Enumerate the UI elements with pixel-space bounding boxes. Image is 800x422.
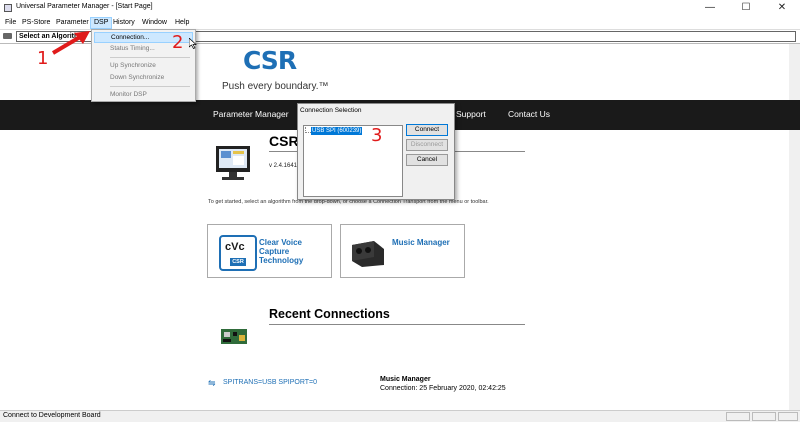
card-clear-voice-title-3: Technology [259, 256, 304, 265]
usb-icon: ⇋ [208, 378, 216, 388]
status-text: Connect to Development Board [3, 412, 101, 419]
recent-divider [269, 324, 525, 325]
close-button[interactable]: ✕ [764, 0, 800, 16]
connect-button[interactable]: Connect [406, 124, 448, 136]
menu-window[interactable]: Window [139, 17, 170, 29]
status-pane [778, 412, 798, 421]
status-pane [752, 412, 776, 421]
cvc-logo-icon: cVc CSR [219, 235, 257, 271]
menu-item-down-synchronize[interactable]: Down Synchronize [94, 72, 193, 83]
annotation-arrow-icon [51, 31, 90, 55]
title-bar: Universal Parameter Manager - [Start Pag… [0, 0, 800, 16]
card-clear-voice[interactable]: cVc CSR Clear Voice Capture Technology [207, 224, 332, 278]
minimize-button[interactable]: — [692, 0, 728, 16]
menu-help[interactable]: Help [172, 17, 192, 29]
mouse-cursor-icon [189, 38, 197, 49]
connection-selection-dialog: Connection Selection USB SPI (600239) Co… [297, 103, 455, 200]
app-icon [4, 4, 12, 12]
recent-connection-date: Connection: 25 February 2020, 02:42:25 [380, 385, 506, 392]
card-music-manager-title: Music Manager [392, 238, 450, 247]
status-bar: Connect to Development Board [0, 410, 800, 422]
tagline: Push every boundary.™ [222, 81, 329, 92]
card-clear-voice-title-1: Clear Voice [259, 238, 302, 247]
menu-file[interactable]: File [2, 17, 19, 29]
card-clear-voice-title-2: Capture [259, 247, 290, 256]
dialog-title: Connection Selection [300, 107, 362, 114]
menu-separator [110, 86, 190, 87]
window-title: Universal Parameter Manager - [Start Pag… [16, 3, 153, 10]
annotation-number-3: 3 [371, 125, 383, 146]
cancel-button[interactable]: Cancel [406, 154, 448, 166]
connection-list-item[interactable]: USB SPI (600239) [311, 127, 363, 135]
speaker-icon [352, 241, 384, 267]
menu-ps-store[interactable]: PS-Store [19, 17, 53, 29]
cvc-logo-text: cVc [225, 241, 245, 253]
menu-bar: File PS-Store Parameter DSP History Wind… [0, 16, 800, 30]
menu-item-monitor-dsp[interactable]: Monitor DSP [94, 89, 193, 100]
annotation-number-1: 1 [37, 48, 49, 69]
intro-text: To get started, select an algorithm from… [208, 199, 489, 205]
csr-logo: CSR [243, 46, 297, 75]
menu-parameter[interactable]: Parameter [53, 17, 92, 29]
disconnect-button[interactable]: Disconnect [406, 139, 448, 151]
computer-icon [216, 146, 250, 180]
nav-parameter-manager[interactable]: Parameter Manager [213, 109, 289, 119]
card-music-manager[interactable]: Music Manager [340, 224, 465, 278]
menu-separator [110, 57, 190, 58]
annotation-number-2: 2 [172, 32, 184, 53]
dev-board-icon [221, 329, 247, 344]
recent-connections-heading: Recent Connections [269, 307, 390, 321]
version-text: v 2.4.1641 [269, 163, 298, 169]
maximize-button[interactable]: ☐ [728, 0, 764, 16]
content-heading: CSR [269, 133, 299, 149]
menu-history[interactable]: History [110, 17, 138, 29]
nav-support[interactable]: Support [456, 109, 486, 119]
recent-connection-name: Music Manager [380, 376, 431, 383]
recent-connection-link[interactable]: SPITRANS=USB SPIPORT=0 [223, 379, 317, 386]
connection-list[interactable]: USB SPI (600239) [303, 125, 403, 197]
nav-contact-us[interactable]: Contact Us [508, 109, 550, 119]
status-pane [726, 412, 750, 421]
menu-item-up-synchronize[interactable]: Up Synchronize [94, 60, 193, 71]
cvc-logo-badge: CSR [230, 258, 246, 266]
vertical-scrollbar[interactable] [789, 44, 800, 410]
connection-icon[interactable] [3, 33, 12, 39]
